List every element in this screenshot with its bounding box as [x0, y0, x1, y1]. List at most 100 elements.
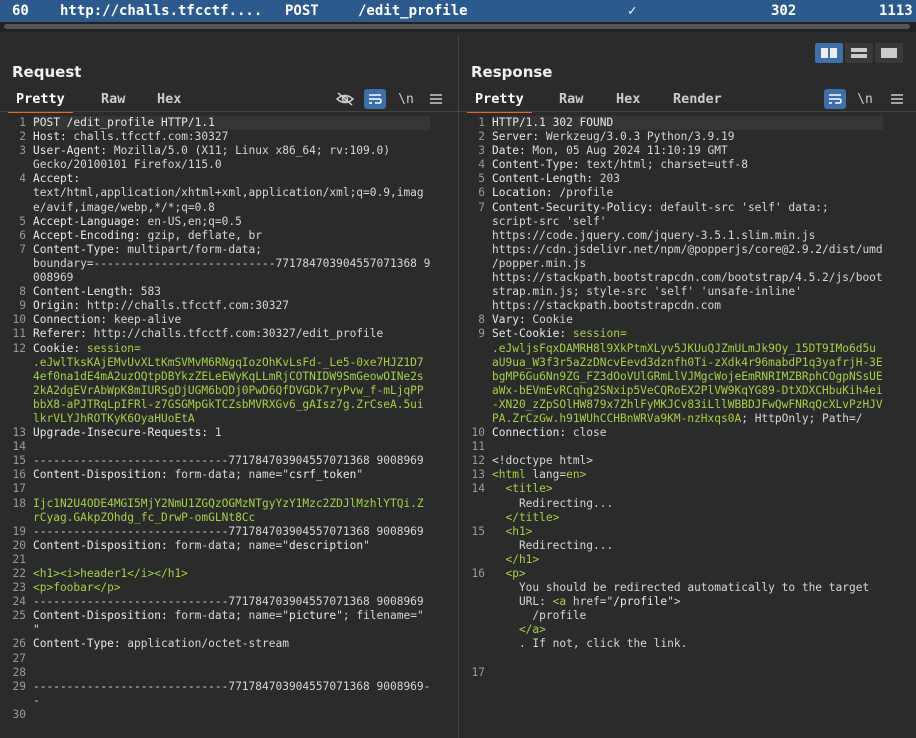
response-code-line[interactable]: Vary: Cookie [492, 313, 883, 327]
response-code-line[interactable]: </h1> [492, 553, 883, 567]
response-code-line[interactable]: /profile [492, 609, 883, 623]
response-editor[interactable]: 1 2 3 4 5 6 7 8 9 10 11 12 13 14 15 16 17 HTTP/1.1 302 F… [459, 116, 916, 736]
request-code-line[interactable]: lkrVLYJhROTKyK6OyaHUoEtA [33, 412, 430, 426]
request-code-line[interactable]: Content-Disposition: form-data; name="cs… [33, 468, 430, 482]
response-code-line[interactable]: Content-Security-Policy: default-src 'se… [492, 201, 883, 215]
response-code-line[interactable] [492, 652, 883, 666]
request-code-line[interactable]: Host: challs.tfcctf.com:30327 [33, 130, 430, 144]
newline-toggle-icon[interactable]: \n [854, 89, 876, 109]
request-code-line[interactable]: 008969 [33, 271, 430, 285]
request-code-line[interactable]: -----------------------------77178470390… [33, 454, 430, 468]
request-code-line[interactable]: - [33, 694, 430, 708]
response-code-line[interactable]: .eJwljsFqxDAMRH8l9XkPtmXLyv5JKUuQJZmULmJ… [492, 342, 883, 356]
request-code-line[interactable] [33, 708, 430, 722]
response-code-line[interactable]: Content-Length: 203 [492, 172, 883, 186]
eye-slash-icon[interactable] [334, 89, 356, 109]
request-code-line[interactable]: User-Agent: Mozilla/5.0 (X11; Linux x86_… [33, 144, 430, 158]
response-code-line[interactable]: https://code.jquery.com/jquery-3.5.1.sli… [492, 229, 883, 243]
word-wrap-icon[interactable] [364, 89, 386, 109]
request-tab-raw[interactable]: Raw [101, 89, 125, 111]
request-code-line[interactable]: <p>foobar</p> [33, 581, 430, 595]
response-code-line[interactable]: Server: Werkzeug/3.0.3 Python/3.9.19 [492, 130, 883, 144]
request-code-line[interactable]: Content-Type: application/octet-stream [33, 637, 430, 651]
request-code[interactable]: POST /edit_profile HTTP/1.1 Host: challs.… [33, 116, 431, 722]
menu-icon[interactable] [425, 89, 447, 109]
response-code-line[interactable] [492, 666, 883, 680]
response-code-line[interactable]: script-src 'self' [492, 215, 883, 229]
response-code-line[interactable] [492, 440, 883, 454]
response-tab-render[interactable]: Render [673, 89, 722, 111]
request-code-line[interactable]: Gecko/20100101 Firefox/115.0 [33, 158, 430, 172]
request-code-line[interactable]: Content-Disposition: form-data; name="pi… [33, 609, 430, 623]
response-code-line[interactable]: HTTP/1.1 302 FOUND [492, 116, 883, 131]
response-code-line[interactable]: aU9ua_W3f3r5aZzDNcvEevd3dznfh0Ti-zXdk4r9… [492, 356, 883, 370]
response-code-line[interactable]: PA.ZrCzGw.h91WUhCCHBnWRVa9KM-nzHxqs0A; H… [492, 412, 883, 426]
request-code-line[interactable]: e/avif,image/webp,*/*;q=0.8 [33, 201, 430, 215]
request-code-line[interactable]: rCyag.GAkpZOhdg_fc_DrwP-omGLNt8Cc [33, 511, 430, 525]
response-code-line[interactable]: <h1> [492, 525, 883, 539]
response-code-line[interactable]: strap.min.js; style-src 'self' 'unsafe-i… [492, 285, 883, 299]
request-code-line[interactable] [33, 652, 430, 666]
newline-toggle-icon[interactable]: \n [395, 89, 417, 109]
request-code-line[interactable]: -----------------------------77178470390… [33, 680, 430, 694]
request-code-line[interactable] [33, 553, 430, 567]
response-code-line[interactable]: </title> [492, 511, 883, 525]
response-code-line[interactable]: Redirecting... [492, 497, 883, 511]
response-code-line[interactable]: <title> [492, 482, 883, 496]
request-code-line[interactable]: text/html,application/xhtml+xml,applicat… [33, 186, 430, 200]
request-code-line[interactable]: 4ef0na1dE4mA2uzOQtpDBYkzZELeEWyKqLLmRjCO… [33, 370, 430, 384]
response-code-line[interactable]: Set-Cookie: session= [492, 327, 883, 341]
request-code-line[interactable]: Referer: http://challs.tfcctf.com:30327/… [33, 327, 430, 341]
response-code-line[interactable]: Date: Mon, 05 Aug 2024 11:10:19 GMT [492, 144, 883, 158]
request-code-line[interactable] [33, 440, 430, 454]
response-code-line[interactable]: Location: /profile [492, 186, 883, 200]
response-tab-hex[interactable]: Hex [616, 89, 640, 111]
request-code-line[interactable] [33, 482, 430, 496]
request-editor[interactable]: 1 2 3 4 5 6 7 8 9 10 11 12 13 14 15 16 17 18 19 20 21 22 23 24 2… [0, 116, 450, 736]
word-wrap-icon[interactable] [824, 89, 846, 109]
request-code-line[interactable]: 2kA2dgEVrAbWpK8mIURSgDjUGM6bQDj0PwD6QfDV… [33, 384, 430, 398]
request-code-line[interactable]: Accept: [33, 172, 430, 186]
history-row-selected[interactable]: 60 http://challs.tfcctf.... POST /edit_p… [0, 0, 916, 22]
response-code-line[interactable]: Redirecting... [492, 539, 883, 553]
request-code-line[interactable]: bbX8-aPJTRqLpIFRl-z7GSGMpGkTCZsbMVRXGv6_… [33, 398, 430, 412]
side-by-side-layout-icon[interactable] [815, 43, 843, 63]
request-code-line[interactable] [33, 666, 430, 680]
request-code-line[interactable]: .eJwlTksKAjEMvUvXLtKmSVMvM6RNgqIozOhKvLs… [33, 356, 430, 370]
response-code-line[interactable]: https://cdn.jsdelivr.net/npm/@popperjs/c… [492, 243, 883, 257]
response-code[interactable]: HTTP/1.1 302 FOUND Server: Werkzeug/3.0.3… [492, 116, 883, 680]
request-code-line[interactable]: Connection: keep-alive [33, 313, 430, 327]
menu-icon[interactable] [886, 89, 908, 109]
request-code-line[interactable]: Content-Length: 583 [33, 285, 430, 299]
request-code-line[interactable]: Accept-Encoding: gzip, deflate, br [33, 229, 430, 243]
response-code-line[interactable]: bgMP6Gu6Nn9ZG_FZ3dOoVUlGRmLlVJMgcWojeEmR… [492, 370, 883, 384]
response-code-line[interactable]: -XN20_zZpSOlHW879x7ZhlFyMKJCv83iLllWBBDJ… [492, 398, 883, 412]
request-code-line[interactable]: <h1><i>header1</i></h1> [33, 567, 430, 581]
stacked-layout-icon[interactable] [845, 43, 873, 63]
request-code-line[interactable]: Content-Disposition: form-data; name="de… [33, 539, 430, 553]
response-code-line[interactable]: https://stackpath.bootstrapcdn.com [492, 299, 883, 313]
request-code-line[interactable]: Cookie: session= [33, 342, 430, 356]
response-code-line[interactable]: <!doctype html> [492, 454, 883, 468]
request-tab-pretty[interactable]: Pretty [8, 89, 73, 113]
response-code-line[interactable]: <html lang=en> [492, 468, 883, 482]
response-code-line[interactable]: <p> [492, 567, 883, 581]
response-tab-raw[interactable]: Raw [559, 89, 583, 111]
response-code-line[interactable]: . If not, click the link. [492, 637, 883, 651]
response-code-line[interactable]: Connection: close [492, 426, 883, 440]
response-code-line[interactable]: You should be redirected automatically t… [492, 581, 883, 595]
response-code-line[interactable]: URL: <a href="/profile"> [492, 595, 883, 609]
request-code-line[interactable]: Accept-Language: en-US,en;q=0.5 [33, 215, 430, 229]
request-code-line[interactable]: Origin: http://challs.tfcctf.com:30327 [33, 299, 430, 313]
request-code-line[interactable]: Content-Type: multipart/form-data; [33, 243, 430, 257]
response-code-line[interactable]: https://stackpath.bootstrapcdn.com/boots… [492, 271, 883, 285]
scrollbar-thumb[interactable] [4, 24, 910, 29]
response-tab-pretty[interactable]: Pretty [467, 89, 532, 113]
request-code-line[interactable]: -----------------------------77178470390… [33, 525, 430, 539]
request-code-line[interactable]: -----------------------------77178470390… [33, 595, 430, 609]
single-pane-layout-icon[interactable] [875, 43, 903, 63]
response-code-line[interactable]: </a> [492, 623, 883, 637]
request-code-line[interactable]: " [33, 623, 430, 637]
response-code-line[interactable]: /popper.min.js [492, 257, 883, 271]
response-code-line[interactable]: Content-Type: text/html; charset=utf-8 [492, 158, 883, 172]
